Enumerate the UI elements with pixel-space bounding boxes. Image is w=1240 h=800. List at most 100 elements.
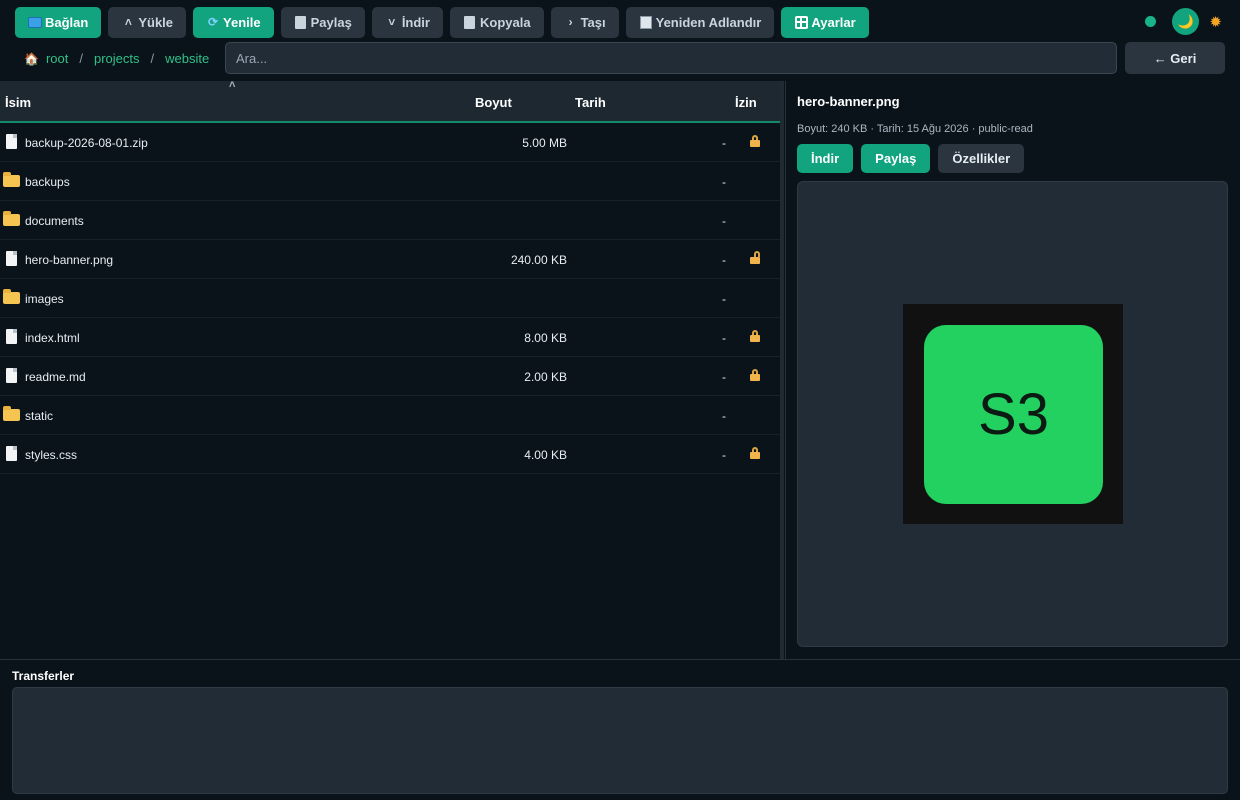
upload-button[interactable]: ˄ Yükle xyxy=(108,6,187,38)
share-icon xyxy=(294,15,308,29)
panel-resize-handle[interactable] xyxy=(780,81,784,659)
table-row[interactable]: index.html 8.00 KB - xyxy=(0,318,780,357)
rename-icon xyxy=(639,15,653,29)
moon-icon: 🌙 xyxy=(1177,13,1195,29)
file-icon xyxy=(6,368,17,383)
rename-button[interactable]: Yeniden Adlandır xyxy=(625,6,775,38)
preview-share-button[interactable]: Paylaş xyxy=(861,144,931,173)
preview-properties-button[interactable]: Özellikler xyxy=(938,144,1025,173)
file-date: - xyxy=(722,136,726,150)
column-name-header[interactable]: İsim xyxy=(5,95,31,110)
settings-button[interactable]: Ayarlar xyxy=(781,6,869,38)
connection-status-dot xyxy=(1145,16,1157,27)
toolbar-right: 🌙 ✹ xyxy=(1145,8,1222,35)
toolbar: Bağlan ˄ Yükle ⟳ Yenile Paylaş ˅ İndir K… xyxy=(0,0,1240,44)
move-button[interactable]: › Taşı xyxy=(550,6,619,38)
file-icon xyxy=(6,134,17,149)
file-size: 2.00 KB xyxy=(524,370,567,384)
breadcrumb-projects[interactable]: projects xyxy=(94,51,140,66)
file-name: styles.css xyxy=(25,448,78,462)
file-table-body: backup-2026-08-01.zip 5.00 MB - backups - doc… xyxy=(0,123,780,474)
back-button[interactable]: ← Geri xyxy=(1125,42,1225,74)
preview-frame: S3 xyxy=(797,181,1228,647)
refresh-icon: ⟳ xyxy=(208,15,219,29)
monitor-icon xyxy=(28,15,42,29)
table-row[interactable]: readme.md 2.00 KB - xyxy=(0,357,780,396)
lock-icon xyxy=(750,330,760,342)
column-permission-header[interactable]: İzin xyxy=(735,95,757,110)
column-date-header[interactable]: Tarih xyxy=(575,95,606,110)
file-date: - xyxy=(722,448,726,462)
folder-icon xyxy=(3,211,20,226)
connect-button[interactable]: Bağlan xyxy=(15,6,102,38)
table-row[interactable]: hero-banner.png 240.00 KB - xyxy=(0,240,780,279)
transfers-divider xyxy=(0,659,1240,660)
lock-icon xyxy=(750,369,760,381)
file-icon xyxy=(6,446,17,461)
table-row[interactable]: static - xyxy=(0,396,780,435)
file-size: 5.00 MB xyxy=(522,136,567,150)
grid-icon xyxy=(794,15,808,29)
refresh-button-label: Yenile xyxy=(223,14,261,30)
column-size-header[interactable]: Boyut xyxy=(475,95,512,110)
unlock-icon xyxy=(750,251,760,264)
table-row[interactable]: styles.css 4.00 KB - xyxy=(0,435,780,474)
file-name: backups xyxy=(25,175,70,189)
file-size: 4.00 KB xyxy=(524,448,567,462)
breadcrumb-separator: / xyxy=(150,51,155,66)
chevron-up-icon: ˄ xyxy=(124,15,132,29)
table-row[interactable]: backup-2026-08-01.zip 5.00 MB - xyxy=(0,123,780,162)
copy-icon xyxy=(463,15,477,29)
copy-button[interactable]: Kopyala xyxy=(449,6,544,38)
rename-button-label: Yeniden Adlandır xyxy=(655,14,762,30)
connect-button-label: Bağlan xyxy=(45,14,89,30)
light-theme-toggle[interactable]: ✹ xyxy=(1209,13,1222,31)
file-name: documents xyxy=(25,214,84,228)
file-size: 8.00 KB xyxy=(524,331,567,345)
preview-actions: İndir Paylaş Özellikler xyxy=(797,144,1025,173)
file-date: - xyxy=(722,292,726,306)
file-icon xyxy=(6,251,17,266)
share-button-label: Paylaş xyxy=(310,14,352,30)
file-name: static xyxy=(25,409,54,423)
breadcrumb-root[interactable]: root xyxy=(46,51,68,66)
file-date: - xyxy=(722,214,726,228)
file-date: - xyxy=(722,409,726,423)
table-row[interactable]: images - xyxy=(0,279,780,318)
move-button-label: Taşı xyxy=(580,14,606,30)
settings-button-label: Ayarlar xyxy=(811,14,856,30)
s3-logo-image: S3 xyxy=(924,325,1103,504)
transfers-title: Transferler xyxy=(12,669,75,683)
table-row[interactable]: documents - xyxy=(0,201,780,240)
file-date: - xyxy=(722,370,726,384)
file-table-header: ˄ İsim Boyut Tarih İzin xyxy=(0,79,780,123)
refresh-button[interactable]: ⟳ Yenile xyxy=(193,6,274,38)
table-row[interactable]: backups - xyxy=(0,162,780,201)
transfers-list xyxy=(12,687,1228,794)
sort-ascending-icon: ˄ xyxy=(229,79,236,91)
breadcrumb: 🏠 root / projects / website xyxy=(24,51,209,66)
file-name: index.html xyxy=(25,331,80,345)
preview-image: S3 xyxy=(903,304,1123,524)
folder-icon xyxy=(3,172,20,187)
file-name: readme.md xyxy=(25,370,86,384)
preview-title: hero-banner.png xyxy=(797,94,900,109)
chevron-down-icon: ˅ xyxy=(388,15,396,29)
upload-button-label: Yükle xyxy=(138,14,174,30)
file-name: hero-banner.png xyxy=(25,253,114,267)
share-button[interactable]: Paylaş xyxy=(280,6,365,38)
folder-icon xyxy=(3,289,20,304)
file-size: 240.00 KB xyxy=(510,253,567,267)
sun-icon: ✹ xyxy=(1209,13,1222,31)
dark-theme-toggle[interactable]: 🌙 xyxy=(1172,8,1200,35)
path-bar: 🏠 root / projects / website ← Geri xyxy=(0,42,1240,76)
lock-icon xyxy=(750,135,760,147)
download-button[interactable]: ˅ İndir xyxy=(371,6,443,38)
search-input[interactable] xyxy=(225,42,1117,74)
file-icon xyxy=(6,329,17,344)
lock-icon xyxy=(750,447,760,459)
panel-divider xyxy=(785,81,786,659)
preview-panel: hero-banner.png Boyut: 240 KB · Tarih: 1… xyxy=(797,94,1228,649)
breadcrumb-website[interactable]: website xyxy=(165,51,209,66)
preview-download-button[interactable]: İndir xyxy=(797,144,854,173)
